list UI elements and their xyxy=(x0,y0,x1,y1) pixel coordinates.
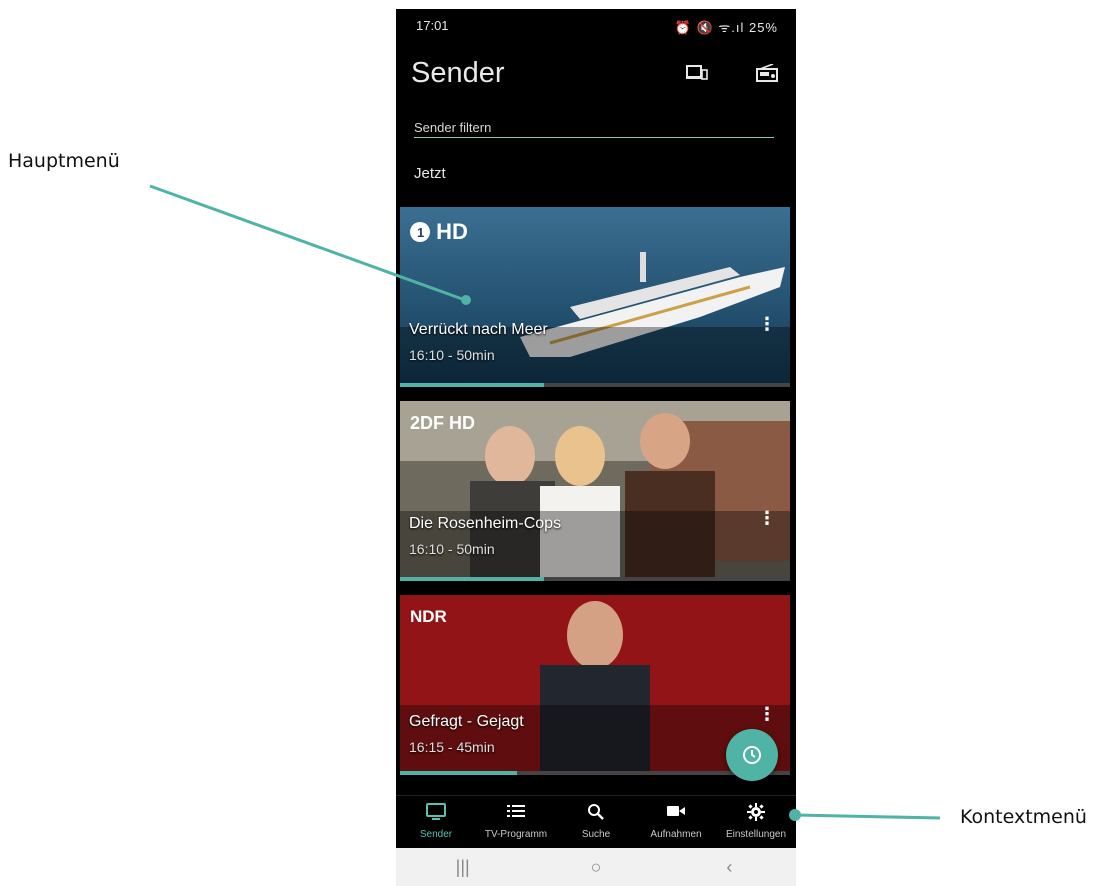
nav-item-aufnahmen[interactable]: Aufnahmen xyxy=(636,796,716,848)
search-icon xyxy=(587,803,605,825)
back-icon[interactable]: ‹ xyxy=(699,857,759,878)
channel-logo: 1 HD xyxy=(410,219,468,245)
radio-icon[interactable] xyxy=(756,63,778,87)
nav-item-suche[interactable]: Suche xyxy=(556,796,636,848)
progress-bar xyxy=(400,383,790,387)
bottom-navigation: Sender TV-Programm Suche Aufnahmen Einst… xyxy=(396,795,796,848)
channel-card[interactable]: 2DF HD Die Rosenheim-Cops 16:10 - 50min … xyxy=(400,401,790,581)
nav-label: Sender xyxy=(419,829,453,840)
recent-apps-icon[interactable]: ||| xyxy=(433,857,493,878)
filter-input[interactable] xyxy=(414,117,774,138)
nav-item-sender[interactable]: Sender xyxy=(396,796,476,848)
program-title: Gefragt - Gejagt xyxy=(409,713,524,730)
program-time: 16:15 - 45min xyxy=(409,739,495,755)
status-time: 17:01 xyxy=(416,18,449,33)
section-title: Jetzt xyxy=(414,165,446,182)
gear-icon xyxy=(747,803,765,825)
nav-item-tv-programm[interactable]: TV-Programm xyxy=(476,796,556,848)
channel-logo: 2DF HD xyxy=(410,413,476,433)
devices-icon[interactable] xyxy=(686,64,708,87)
clock-icon xyxy=(743,746,761,764)
nav-label: Aufnahmen xyxy=(650,829,702,840)
more-options-icon[interactable]: ⋮ xyxy=(758,315,776,333)
svg-text:1: 1 xyxy=(417,225,424,240)
context-menu-callout-line xyxy=(795,813,941,820)
list-icon xyxy=(506,803,526,825)
channel-card[interactable]: 1 HD Verrückt nach Meer 16:10 - 50min ⋮ xyxy=(400,207,790,387)
channel-logo: NDR xyxy=(410,607,447,626)
nav-label: TV-Programm xyxy=(484,829,548,840)
system-navigation-bar: ||| ○ ‹ xyxy=(396,848,796,886)
status-indicators: ⏰ 🔇 ᯤ.ıl 25% xyxy=(674,20,778,35)
page-title: Sender xyxy=(411,57,505,89)
more-options-icon[interactable]: ⋮ xyxy=(758,705,776,723)
main-menu-callout-label: Hauptmenü xyxy=(8,150,120,172)
home-icon[interactable]: ○ xyxy=(566,857,626,878)
nav-label: Suche xyxy=(581,829,611,840)
progress-bar xyxy=(400,577,790,581)
context-menu-callout-label: Kontextmenü xyxy=(960,806,1087,828)
program-title: Verrückt nach Meer xyxy=(409,321,548,338)
program-time: 16:10 - 50min xyxy=(409,347,495,363)
camera-icon xyxy=(666,803,686,825)
status-bar: 17:01 ⏰ 🔇 ᯤ.ıl 25% xyxy=(396,9,796,39)
reminder-fab[interactable] xyxy=(726,729,778,781)
program-title: Die Rosenheim-Cops xyxy=(409,515,562,532)
nav-item-einstellungen[interactable]: Einstellungen xyxy=(716,796,796,848)
program-time: 16:10 - 50min xyxy=(409,541,495,557)
nav-label: Einstellungen xyxy=(725,829,787,840)
phone-screen: 17:01 ⏰ 🔇 ᯤ.ıl 25% Sender Jetzt 1 HD Ver… xyxy=(396,9,796,886)
tv-icon xyxy=(426,803,446,825)
more-options-icon[interactable]: ⋮ xyxy=(758,509,776,527)
